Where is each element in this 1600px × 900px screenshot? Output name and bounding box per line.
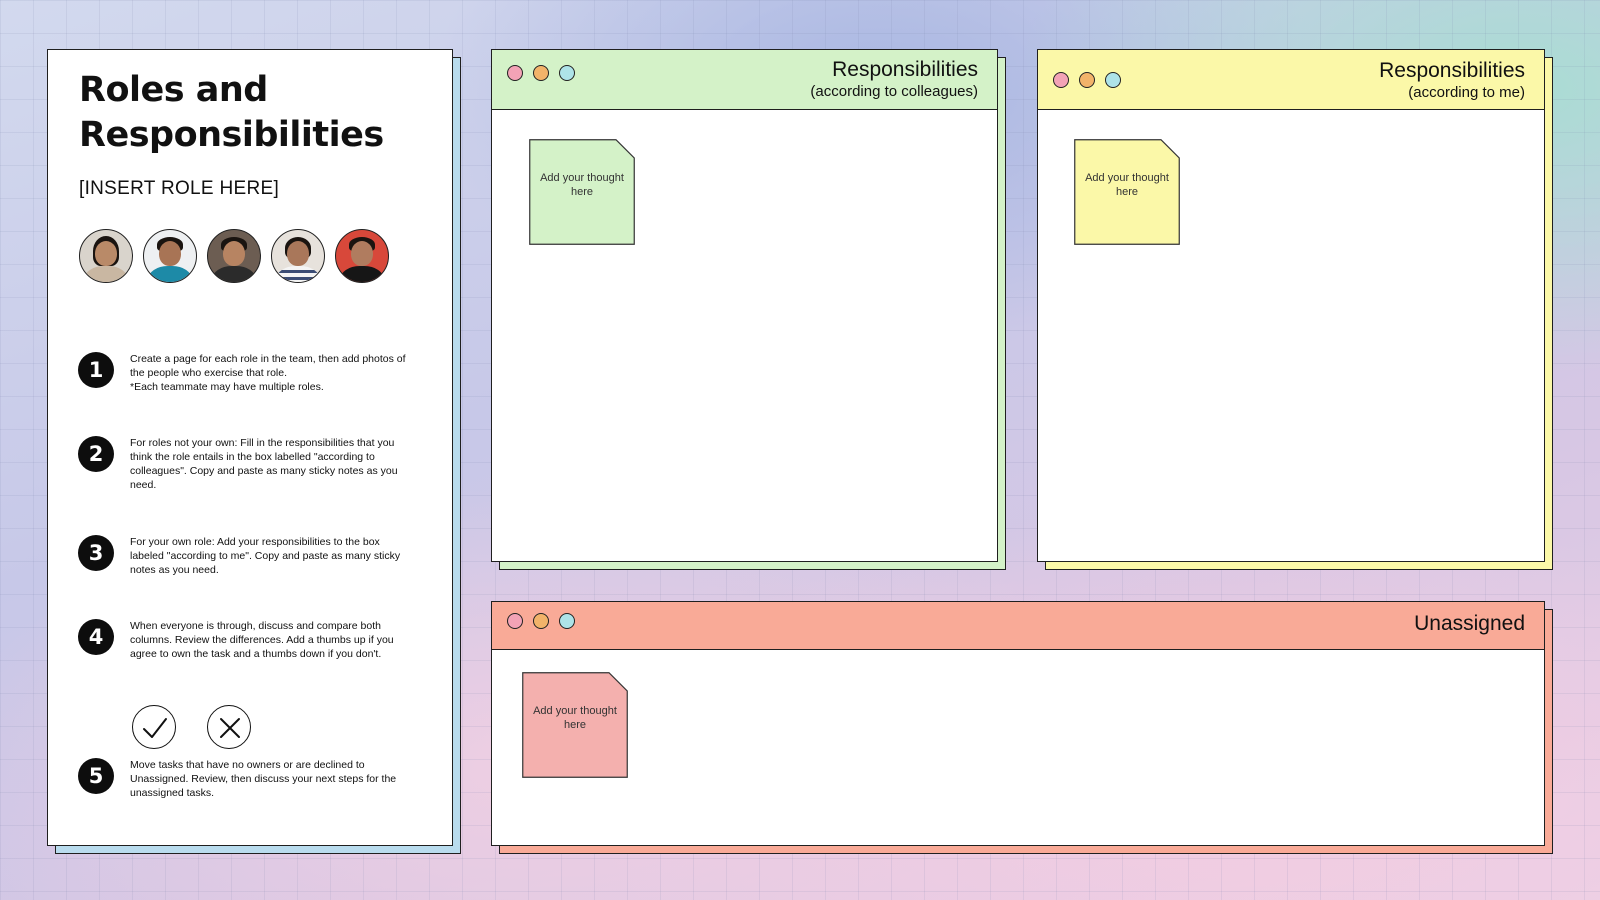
minimize-dot-icon[interactable] xyxy=(533,613,549,629)
step-text: For your own role: Add your responsibili… xyxy=(130,536,401,576)
role-placeholder[interactable]: [INSERT ROLE HERE] xyxy=(79,178,279,200)
step-text: Move tasks that have no owners or are de… xyxy=(130,759,397,799)
minimize-dot-icon[interactable] xyxy=(533,65,549,81)
step-number-badge: 1 xyxy=(78,352,114,388)
board-window[interactable]: Responsibilities (according to colleague… xyxy=(491,49,998,562)
minimize-dot-icon[interactable] xyxy=(1079,72,1095,88)
board-subtitle: (according to me) xyxy=(1408,84,1525,101)
sticky-note-text[interactable]: Add your thought here xyxy=(530,704,620,732)
panel-face: Roles and Responsibilities [INSERT ROLE … xyxy=(47,49,453,846)
close-dot-icon[interactable] xyxy=(507,65,523,81)
maximize-dot-icon[interactable] xyxy=(559,65,575,81)
sticky-note-text[interactable]: Add your thought here xyxy=(537,171,627,199)
board-title: Responsibilities xyxy=(832,58,978,81)
step-number-badge: 3 xyxy=(78,535,114,571)
step-text: For roles not your own: Fill in the resp… xyxy=(130,437,398,491)
avatar[interactable] xyxy=(335,229,389,283)
sticky-note-text[interactable]: Add your thought here xyxy=(1082,171,1172,199)
step-number-badge: 2 xyxy=(78,436,114,472)
avatar[interactable] xyxy=(207,229,261,283)
board-me: Responsibilities (according to me) Add y… xyxy=(1037,49,1553,570)
board-title: Responsibilities xyxy=(1379,59,1525,82)
board-title-block: Unassigned xyxy=(1414,612,1525,636)
avatar[interactable] xyxy=(271,229,325,283)
maximize-dot-icon[interactable] xyxy=(1105,72,1121,88)
step-text: When everyone is through, discuss and co… xyxy=(130,620,394,660)
board-titlebar: Responsibilities (according to me) xyxy=(1038,50,1544,110)
board-title: Unassigned xyxy=(1414,612,1525,635)
close-dot-icon[interactable] xyxy=(1053,72,1069,88)
team-avatars xyxy=(79,229,389,283)
avatar[interactable] xyxy=(79,229,133,283)
board-unassigned: Unassigned Add your thought here xyxy=(491,601,1553,854)
sticky-note[interactable]: Add your thought here xyxy=(1074,139,1180,245)
sticky-note[interactable]: Add your thought here xyxy=(522,672,628,778)
window-controls xyxy=(1053,72,1121,88)
board-title-block: Responsibilities (according to colleague… xyxy=(810,58,978,102)
board-colleagues: Responsibilities (according to colleague… xyxy=(491,49,1006,570)
step-number-badge: 5 xyxy=(78,758,114,794)
maximize-dot-icon[interactable] xyxy=(559,613,575,629)
instructions-panel: Roles and Responsibilities [INSERT ROLE … xyxy=(47,49,461,854)
window-controls xyxy=(507,613,575,629)
avatar[interactable] xyxy=(143,229,197,283)
close-dot-icon[interactable] xyxy=(507,613,523,629)
board-window[interactable]: Responsibilities (according to me) Add y… xyxy=(1037,49,1545,562)
check-circle-icon[interactable] xyxy=(132,705,176,749)
sticky-note[interactable]: Add your thought here xyxy=(529,139,635,245)
board-subtitle: (according to colleagues) xyxy=(810,83,978,100)
board-window[interactable]: Unassigned Add your thought here xyxy=(491,601,1545,846)
x-circle-icon[interactable] xyxy=(207,705,251,749)
page-title: Roles and Responsibilities xyxy=(79,70,384,155)
board-titlebar: Unassigned xyxy=(492,602,1544,650)
board-title-block: Responsibilities (according to me) xyxy=(1379,59,1525,103)
board-titlebar: Responsibilities (according to colleague… xyxy=(492,50,997,110)
window-controls xyxy=(507,65,575,81)
step-number-badge: 4 xyxy=(78,619,114,655)
step-text: Create a page for each role in the team,… xyxy=(130,353,406,393)
